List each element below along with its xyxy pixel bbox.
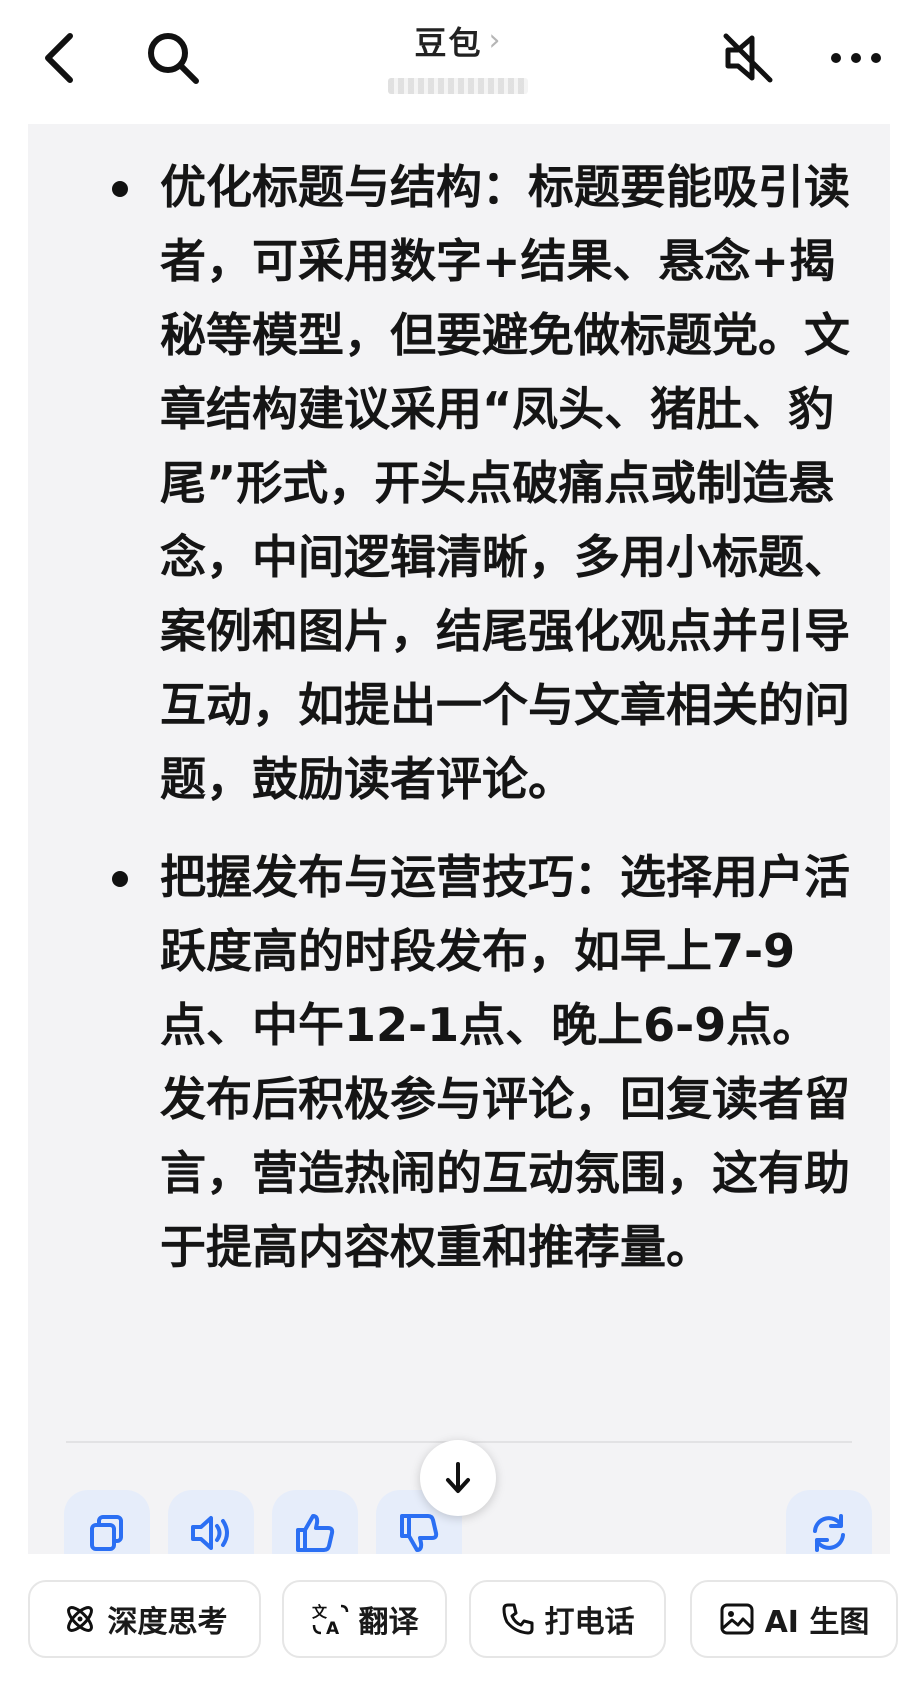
bullet-text: 标题要能吸引读者，可采用数字+结果、悬念+揭秘等模型，但要避免做标题党。文章结构… (160, 160, 850, 806)
bullet-icon (112, 181, 128, 197)
atom-icon (62, 1601, 98, 1637)
chip-label: 打电话 (544, 1605, 635, 1640)
bullet-heading: 优化标题与结构 (160, 160, 482, 214)
regenerate-button[interactable] (786, 1490, 872, 1554)
copy-button[interactable] (64, 1490, 150, 1554)
bullet-text: 选择用户活跃度高的时段发布，如早上7-9点、中午12-1点、晚上6-9点。发布后… (160, 850, 850, 1274)
arrow-down-icon (446, 1462, 470, 1493)
mute-button[interactable] (710, 20, 786, 96)
page-title: 豆包 (414, 24, 483, 62)
translate-chip[interactable]: 文 A 翻译 (282, 1580, 447, 1658)
bullet-heading: 把握发布与运营技巧 (160, 850, 574, 904)
search-icon (148, 33, 199, 84)
bullet-icon (112, 871, 128, 887)
speaker-icon (191, 1516, 229, 1550)
bullet-list: 优化标题与结构：标题要能吸引读者，可采用数字+结果、悬念+揭秘等模型，但要避免做… (28, 124, 890, 1284)
phone-icon (501, 1602, 535, 1636)
like-button[interactable] (272, 1490, 358, 1554)
back-button[interactable] (20, 20, 96, 96)
chat-title[interactable]: 豆包 › (340, 18, 575, 94)
list-item: 把握发布与运营技巧：选择用户活跃度高的时段发布，如早上7-9点、中午12-1点、… (68, 840, 850, 1284)
chevron-left-icon (45, 33, 73, 83)
more-button[interactable] (818, 20, 894, 96)
chevron-right-icon: › (488, 23, 501, 58)
ai-image-chip[interactable]: AI 生图 (690, 1580, 898, 1658)
subtitle-placeholder (387, 78, 528, 94)
bullet-separator: ： (482, 160, 528, 214)
scroll-to-bottom-button[interactable] (420, 1440, 496, 1516)
chip-label: AI 生图 (764, 1605, 870, 1640)
copy-icon (90, 1515, 123, 1551)
refresh-icon (813, 1514, 845, 1552)
deep-thinking-chip[interactable]: 深度思考 (28, 1580, 261, 1658)
bullet-separator: ： (574, 850, 620, 904)
speaker-muted-icon (723, 33, 773, 83)
svg-text:A: A (326, 1619, 340, 1637)
quick-actions-bar: 深度思考 文 A 翻译 打电话 AI 生图 (0, 1580, 915, 1684)
thumbs-up-icon (296, 1514, 335, 1552)
image-icon (719, 1602, 755, 1636)
list-item: 优化标题与结构：标题要能吸引读者，可采用数字+结果、悬念+揭秘等模型，但要避免做… (68, 150, 850, 816)
phone-call-chip[interactable]: 打电话 (469, 1580, 666, 1658)
top-navigation-bar: 豆包 › (0, 0, 915, 118)
chip-label: 翻译 (358, 1605, 419, 1640)
chat-screen: 豆包 › 优化标题与结构：标题要能吸引读者，可采用数字+结果、悬念+揭秘等模型，… (0, 0, 915, 1684)
thumbs-down-icon (400, 1514, 439, 1552)
chip-label: 深度思考 (107, 1605, 228, 1640)
more-icon (831, 53, 881, 63)
read-aloud-button[interactable] (168, 1490, 254, 1554)
message-card: 优化标题与结构：标题要能吸引读者，可采用数字+结果、悬念+揭秘等模型，但要避免做… (28, 124, 890, 1554)
search-button[interactable] (135, 20, 211, 96)
translate-icon: 文 A (311, 1601, 349, 1637)
